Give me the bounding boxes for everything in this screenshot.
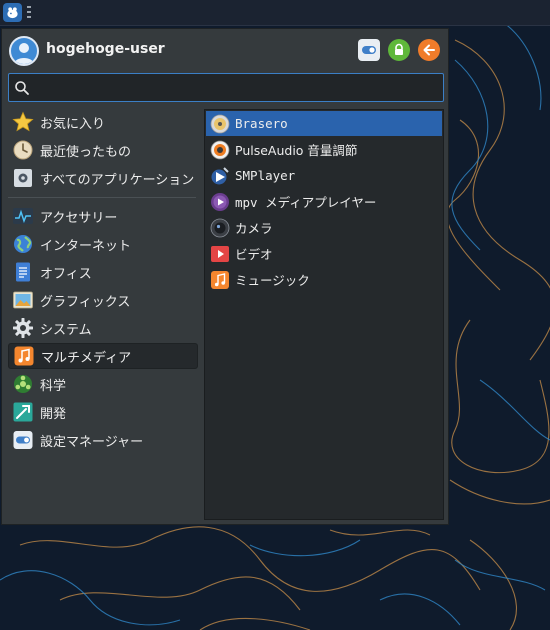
video-icon bbox=[211, 245, 229, 262]
category-label: 開発 bbox=[40, 406, 67, 422]
category-label: 科学 bbox=[40, 378, 67, 394]
category-label: すべてのアプリケーション bbox=[40, 172, 195, 188]
office-document-icon bbox=[16, 262, 30, 282]
smplayer-icon bbox=[211, 166, 229, 184]
app-label: ミュージック bbox=[235, 273, 310, 288]
user-name: hogehoge-user bbox=[46, 41, 165, 57]
category-recent[interactable]: 最近使ったもの bbox=[8, 137, 198, 163]
whisker-menu-button[interactable] bbox=[3, 3, 22, 22]
logout-button[interactable] bbox=[418, 39, 440, 61]
avatar[interactable] bbox=[9, 36, 39, 66]
app-mpv-media-player[interactable]: mpv メディアプレイヤー bbox=[206, 189, 442, 214]
search-icon bbox=[15, 81, 29, 95]
category-label: システム bbox=[40, 322, 92, 338]
category-all-applications[interactable]: すべてのアプリケーション bbox=[8, 165, 198, 191]
development-icon bbox=[13, 402, 33, 422]
accessories-icon bbox=[13, 208, 33, 224]
category-label: マルチメディア bbox=[41, 350, 132, 366]
menu-header: hogehoge-user bbox=[2, 29, 448, 73]
app-label: SMPlayer bbox=[235, 168, 296, 183]
search-box[interactable] bbox=[8, 73, 444, 102]
category-office[interactable]: オフィス bbox=[8, 259, 198, 285]
category-science[interactable]: 科学 bbox=[8, 371, 198, 397]
logout-arrow-icon bbox=[423, 44, 435, 56]
category-label: インターネット bbox=[40, 238, 132, 254]
category-label: オフィス bbox=[40, 266, 92, 282]
category-development[interactable]: 開発 bbox=[8, 399, 198, 425]
application-list: Brasero PulseAudio 音量調節 SMPlayer mpv メディ… bbox=[204, 109, 444, 520]
pulseaudio-speaker-icon bbox=[210, 140, 230, 159]
internet-globe-icon bbox=[14, 235, 32, 253]
app-label: PulseAudio 音量調節 bbox=[235, 143, 358, 158]
category-label: 最近使ったもの bbox=[40, 144, 132, 160]
settings-manager-button[interactable] bbox=[358, 39, 380, 61]
category-label: お気に入り bbox=[40, 116, 106, 132]
top-panel bbox=[0, 0, 550, 26]
lock-screen-button[interactable] bbox=[388, 39, 410, 61]
panel-handle[interactable] bbox=[27, 6, 31, 18]
music-icon bbox=[211, 270, 229, 289]
category-system[interactable]: システム bbox=[8, 315, 198, 341]
system-gear-icon bbox=[13, 318, 33, 338]
search-input[interactable] bbox=[37, 77, 437, 98]
category-accessories[interactable]: アクセサリー bbox=[8, 203, 198, 229]
mpv-play-icon bbox=[211, 192, 229, 211]
brasero-disc-icon bbox=[210, 114, 230, 133]
category-label: アクセサリー bbox=[40, 210, 118, 226]
app-camera[interactable]: カメラ bbox=[206, 215, 442, 240]
user-avatar-icon bbox=[14, 43, 34, 64]
multimedia-music-icon bbox=[14, 346, 34, 366]
settings-toggle-icon bbox=[362, 46, 376, 54]
category-multimedia[interactable]: マルチメディア bbox=[8, 343, 198, 369]
settings-manager-icon bbox=[13, 431, 33, 449]
app-video[interactable]: ビデオ bbox=[206, 241, 442, 266]
app-pulseaudio-volume-control[interactable]: PulseAudio 音量調節 bbox=[206, 137, 442, 162]
star-icon bbox=[12, 111, 34, 132]
science-icon bbox=[14, 375, 32, 393]
app-smplayer[interactable]: SMPlayer bbox=[206, 163, 442, 188]
graphics-image-icon bbox=[13, 291, 33, 309]
category-internet[interactable]: インターネット bbox=[8, 231, 198, 257]
lock-icon bbox=[395, 43, 403, 55]
category-divider bbox=[8, 197, 196, 198]
app-brasero[interactable]: Brasero bbox=[206, 111, 442, 136]
category-label: グラフィックス bbox=[40, 294, 131, 310]
category-label: 設定マネージャー bbox=[40, 434, 144, 450]
app-label: ビデオ bbox=[235, 247, 273, 262]
app-label: mpv メディアプレイヤー bbox=[235, 195, 377, 210]
app-music[interactable]: ミュージック bbox=[206, 267, 442, 292]
category-settings-manager[interactable]: 設定マネージャー bbox=[8, 427, 198, 453]
app-label: カメラ bbox=[235, 221, 273, 236]
category-graphics[interactable]: グラフィックス bbox=[8, 287, 198, 313]
application-menu: hogehoge-user お気に入り 最近使ったもの すべてのアプリケーション… bbox=[1, 28, 449, 525]
all-apps-icon bbox=[14, 169, 32, 187]
xfce-mouse-icon bbox=[7, 7, 18, 19]
category-favorites[interactable]: お気に入り bbox=[8, 109, 198, 135]
recent-clock-icon bbox=[13, 140, 33, 160]
app-label: Brasero bbox=[235, 116, 288, 131]
camera-icon bbox=[210, 218, 230, 237]
